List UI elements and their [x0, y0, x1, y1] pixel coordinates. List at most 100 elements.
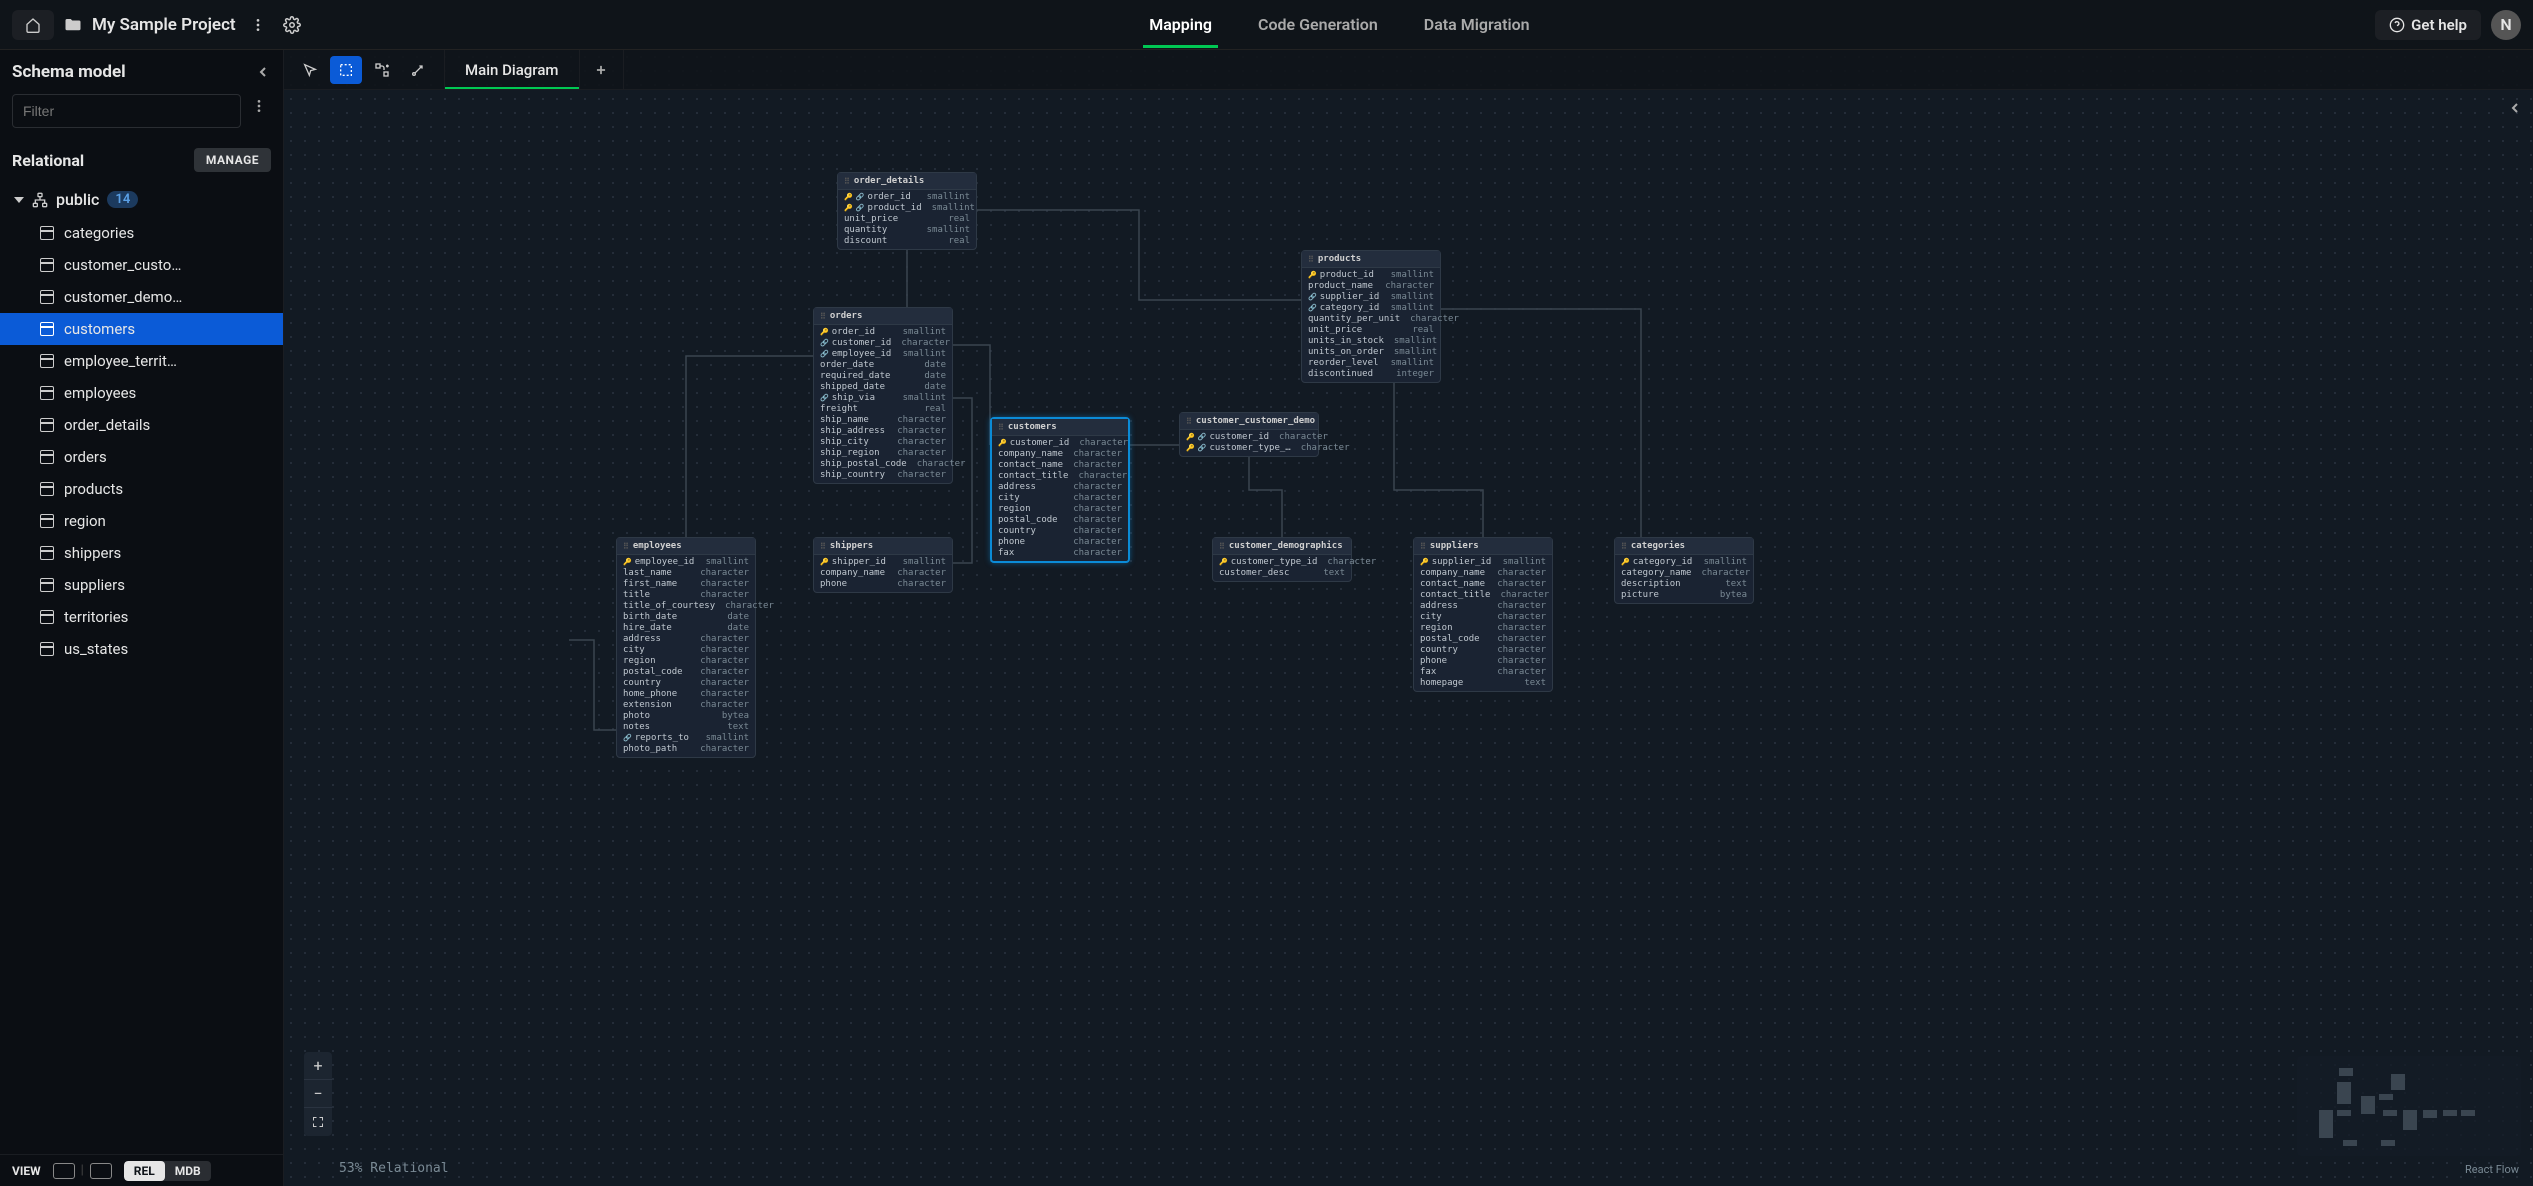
er-table-products[interactable]: ⠿products🔑product_idsmallintproduct_name…: [1301, 250, 1441, 383]
tool-link[interactable]: [402, 56, 434, 84]
er-column[interactable]: home_phonecharacter: [617, 689, 755, 700]
er-column[interactable]: last_namecharacter: [617, 568, 755, 579]
nav-tab-code-generation[interactable]: Code Generation: [1240, 1, 1396, 48]
er-column[interactable]: company_namecharacter: [1414, 568, 1552, 579]
er-column[interactable]: postal_codecharacter: [992, 515, 1128, 526]
settings-button[interactable]: [280, 13, 304, 37]
er-column[interactable]: discountreal: [838, 236, 976, 247]
er-table-orders[interactable]: ⠿orders🔑order_idsmallint🔗customer_idchar…: [813, 307, 953, 484]
er-column[interactable]: 🔑🔗customer_idcharacter: [1180, 432, 1318, 443]
sidebar-table-employees[interactable]: employees: [0, 377, 283, 409]
er-column[interactable]: extensioncharacter: [617, 700, 755, 711]
er-column[interactable]: 🔑🔗product_idsmallint: [838, 203, 976, 214]
er-table-header[interactable]: ⠿customer_demographics: [1213, 538, 1351, 555]
er-table-customers[interactable]: ⠿customers🔑customer_idcharactercompany_n…: [990, 417, 1130, 563]
er-column[interactable]: 🔑shipper_idsmallint: [814, 557, 952, 568]
sidebar-table-orders[interactable]: orders: [0, 441, 283, 473]
er-table-header[interactable]: ⠿customers: [992, 419, 1128, 436]
er-table-header[interactable]: ⠿products: [1302, 251, 1440, 268]
er-column[interactable]: reorder_levelsmallint: [1302, 358, 1440, 369]
er-column[interactable]: ship_addresscharacter: [814, 426, 952, 437]
toggle-mdb[interactable]: MDB: [165, 1161, 211, 1181]
er-column[interactable]: 🔑🔗order_idsmallint: [838, 192, 976, 203]
er-column[interactable]: 🔑customer_type_idcharacter: [1213, 557, 1351, 568]
er-column[interactable]: regioncharacter: [992, 504, 1128, 515]
sidebar-table-us_states[interactable]: us_states: [0, 633, 283, 665]
sidebar-table-categories[interactable]: categories: [0, 217, 283, 249]
er-table-employees[interactable]: ⠿employees🔑employee_idsmallintlast_namec…: [616, 537, 756, 758]
schema-node-public[interactable]: public 14: [0, 182, 283, 217]
er-column[interactable]: 🔑order_idsmallint: [814, 327, 952, 338]
sidebar-collapse-button[interactable]: [255, 64, 271, 80]
er-column[interactable]: contact_namecharacter: [1414, 579, 1552, 590]
er-column[interactable]: faxcharacter: [992, 548, 1128, 559]
er-column[interactable]: descriptiontext: [1615, 579, 1753, 590]
er-table-order_details[interactable]: ⠿order_details🔑🔗order_idsmallint🔑🔗produc…: [837, 172, 977, 250]
er-column[interactable]: citycharacter: [617, 645, 755, 656]
er-column[interactable]: discontinuedinteger: [1302, 369, 1440, 380]
er-column[interactable]: 🔗reports_tosmallint: [617, 733, 755, 744]
er-column[interactable]: phonecharacter: [814, 579, 952, 590]
er-table-header[interactable]: ⠿shippers: [814, 538, 952, 555]
er-column[interactable]: countrycharacter: [617, 678, 755, 689]
er-column[interactable]: photo_pathcharacter: [617, 744, 755, 755]
right-panel-expand-button[interactable]: [2507, 100, 2523, 116]
er-column[interactable]: ship_regioncharacter: [814, 448, 952, 459]
er-column[interactable]: order_datedate: [814, 360, 952, 371]
tool-add-relation[interactable]: [366, 56, 398, 84]
er-column[interactable]: ship_countrycharacter: [814, 470, 952, 481]
er-column[interactable]: 🔗employee_idsmallint: [814, 349, 952, 360]
er-column[interactable]: customer_desctext: [1213, 568, 1351, 579]
zoom-out-button[interactable]: −: [304, 1080, 332, 1108]
er-column[interactable]: regioncharacter: [617, 656, 755, 667]
er-table-header[interactable]: ⠿categories: [1615, 538, 1753, 555]
avatar[interactable]: N: [2491, 10, 2521, 40]
tool-cursor[interactable]: [294, 56, 326, 84]
er-table-suppliers[interactable]: ⠿suppliers🔑supplier_idsmallintcompany_na…: [1413, 537, 1553, 692]
er-table-customer_customer_demo[interactable]: ⠿customer_customer_demo 🔑🔗customer_idchar…: [1179, 412, 1319, 457]
er-column[interactable]: units_on_ordersmallint: [1302, 347, 1440, 358]
er-column[interactable]: countrycharacter: [992, 526, 1128, 537]
er-column[interactable]: 🔑category_idsmallint: [1615, 557, 1753, 568]
er-column[interactable]: addresscharacter: [992, 482, 1128, 493]
er-column[interactable]: hire_datedate: [617, 623, 755, 634]
manage-button[interactable]: MANAGE: [194, 148, 271, 172]
er-table-customer_demographics[interactable]: ⠿customer_demographics 🔑customer_type_idc…: [1212, 537, 1352, 582]
er-column[interactable]: unit_pricereal: [838, 214, 976, 225]
er-column[interactable]: freightreal: [814, 404, 952, 415]
er-column[interactable]: 🔑🔗customer_type_…character: [1180, 443, 1318, 454]
view-layout-1-button[interactable]: [53, 1163, 75, 1179]
er-column[interactable]: photobytea: [617, 711, 755, 722]
er-table-header[interactable]: ⠿employees: [617, 538, 755, 555]
er-column[interactable]: 🔑product_idsmallint: [1302, 270, 1440, 281]
er-table-header[interactable]: ⠿customer_customer_demo: [1180, 413, 1318, 430]
er-column[interactable]: faxcharacter: [1414, 667, 1552, 678]
toggle-rel[interactable]: REL: [124, 1161, 165, 1181]
nav-tab-mapping[interactable]: Mapping: [1131, 1, 1230, 48]
er-column[interactable]: citycharacter: [992, 493, 1128, 504]
er-column[interactable]: ship_namecharacter: [814, 415, 952, 426]
zoom-fit-button[interactable]: [304, 1108, 332, 1136]
er-column[interactable]: contact_titlecharacter: [1414, 590, 1552, 601]
filter-input[interactable]: [12, 94, 241, 128]
er-column[interactable]: phonecharacter: [992, 537, 1128, 548]
sidebar-table-region[interactable]: region: [0, 505, 283, 537]
sidebar-table-products[interactable]: products: [0, 473, 283, 505]
er-column[interactable]: citycharacter: [1414, 612, 1552, 623]
home-button[interactable]: [12, 10, 54, 40]
er-column[interactable]: picturebytea: [1615, 590, 1753, 601]
er-column[interactable]: birth_datedate: [617, 612, 755, 623]
er-table-categories[interactable]: ⠿categories🔑category_idsmallintcategory_…: [1614, 537, 1754, 604]
er-column[interactable]: contact_titlecharacter: [992, 471, 1128, 482]
er-column[interactable]: ship_citycharacter: [814, 437, 952, 448]
er-column[interactable]: company_namecharacter: [992, 449, 1128, 460]
sidebar-table-suppliers[interactable]: suppliers: [0, 569, 283, 601]
nav-tab-data-migration[interactable]: Data Migration: [1406, 1, 1548, 48]
er-column[interactable]: ship_postal_codecharacter: [814, 459, 952, 470]
get-help-button[interactable]: Get help: [2375, 10, 2481, 40]
er-column[interactable]: 🔗ship_viasmallint: [814, 393, 952, 404]
er-column[interactable]: first_namecharacter: [617, 579, 755, 590]
er-column[interactable]: units_in_stocksmallint: [1302, 336, 1440, 347]
sidebar-table-territories[interactable]: territories: [0, 601, 283, 633]
er-column[interactable]: addresscharacter: [617, 634, 755, 645]
